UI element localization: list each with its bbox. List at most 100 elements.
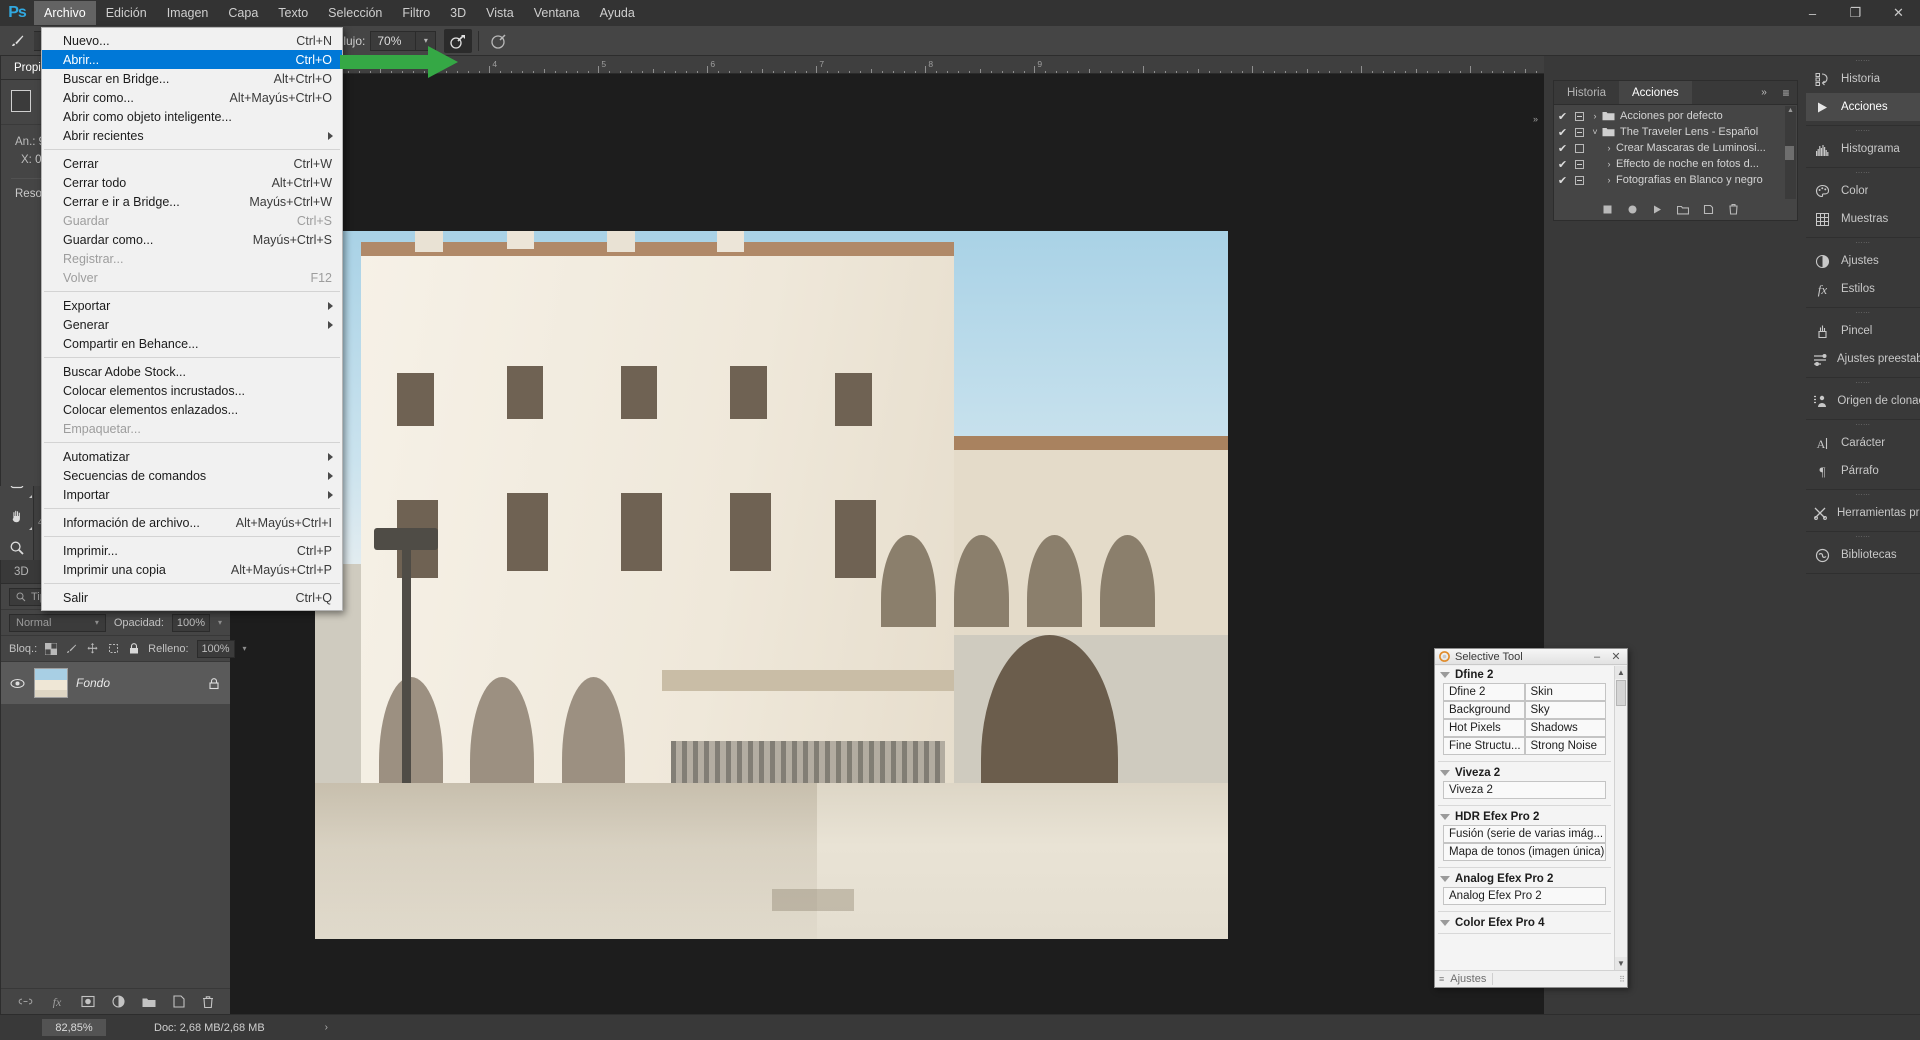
action-row[interactable]: ✔ › Effecto de noche en fotos d... — [1554, 156, 1797, 172]
menu-item-guardar-como[interactable]: Guardar como... Mayús+Ctrl+S — [42, 230, 342, 249]
action-enabled-checkbox[interactable]: ✔ — [1554, 126, 1571, 139]
menu-archivo[interactable]: Archivo — [34, 1, 96, 25]
disclosure-triangle-icon[interactable] — [1440, 770, 1450, 776]
disclosure-triangle-icon[interactable] — [1440, 814, 1450, 820]
dock-group-handle[interactable]: ⋯⋯ — [1806, 308, 1920, 317]
dock-item-origen-de-clonación[interactable]: Origen de clonación — [1806, 387, 1920, 415]
fill-value[interactable]: 100% — [196, 639, 235, 658]
layer-lock-icon[interactable] — [205, 677, 222, 690]
menu-item-colocar-elementos-incrustados[interactable]: Colocar elementos incrustados... — [42, 381, 342, 400]
current-tool-brush-icon[interactable] — [0, 26, 34, 56]
action-dialog-toggle[interactable] — [1571, 159, 1588, 169]
selective-group-header[interactable]: HDR Efex Pro 2 — [1435, 808, 1614, 825]
status-expand-icon[interactable]: › — [325, 1022, 328, 1033]
action-row[interactable]: ✔ › Crear Mascaras de Luminosi... — [1554, 140, 1797, 156]
selective-item-button[interactable]: Dfine 2 — [1443, 683, 1525, 701]
action-enabled-checkbox[interactable]: ✔ — [1554, 142, 1571, 155]
actions-panel-menu-icon[interactable]: ≡ — [1775, 81, 1797, 104]
selective-group-header[interactable]: Dfine 2 — [1435, 666, 1614, 683]
dock-item-historia[interactable]: Historia — [1806, 65, 1920, 93]
menu-item-secuencias-de-comandos[interactable]: Secuencias de comandos — [42, 466, 342, 485]
actions-expand-icon[interactable]: » — [1753, 81, 1775, 104]
selective-tool-window[interactable]: Selective Tool – ✕ Dfine 2 Dfine 2 Skin Bac… — [1434, 648, 1628, 988]
menu-capa[interactable]: Capa — [218, 1, 268, 25]
menu-item-nuevo[interactable]: Nuevo... Ctrl+N — [42, 31, 342, 50]
table-row[interactable]: Fondo — [1, 662, 230, 704]
dock-expand-icon[interactable]: » — [1533, 114, 1538, 124]
scroll-down-arrow-icon[interactable]: ▼ — [1615, 957, 1627, 970]
actions-scroll-thumb[interactable] — [1785, 146, 1794, 160]
selective-item-button[interactable]: Background — [1443, 701, 1525, 719]
dock-item-bibliotecas[interactable]: Bibliotecas — [1806, 541, 1920, 569]
menu-item-abrir-recientes[interactable]: Abrir recientes — [42, 126, 342, 145]
dock-item-herramientas-preestablecidas[interactable]: Herramientas preestablecidas — [1806, 499, 1920, 527]
menu-item-imprimir[interactable]: Imprimir... Ctrl+P — [42, 541, 342, 560]
selective-item-button[interactable]: Sky — [1524, 701, 1606, 719]
selective-tool-close-button[interactable]: ✕ — [1609, 650, 1623, 663]
menu-item-imprimir-una-copia[interactable]: Imprimir una copia Alt+Mayús+Ctrl+P — [42, 560, 342, 579]
selective-tool-footer-tab[interactable]: Ajustes — [1448, 973, 1494, 985]
fill-caret[interactable]: ▾ — [243, 644, 247, 653]
selective-group-header[interactable]: Analog Efex Pro 2 — [1435, 870, 1614, 887]
resize-grip-icon[interactable]: ⠿ — [1619, 975, 1625, 984]
dock-item-estilos[interactable]: fx Estilos — [1806, 275, 1920, 303]
action-twirl-icon[interactable]: › — [1588, 111, 1602, 121]
layer-visibility-eye-icon[interactable] — [9, 678, 26, 689]
action-dialog-toggle[interactable] — [1571, 127, 1588, 137]
menu-item-abrir[interactable]: Abrir... Ctrl+O — [42, 50, 342, 69]
action-twirl-icon[interactable]: ˅ — [1588, 127, 1602, 137]
dock-group-handle[interactable]: ⋯⋯ — [1806, 420, 1920, 429]
lock-position-icon[interactable] — [86, 642, 99, 655]
selective-item-button[interactable]: Strong Noise — [1524, 737, 1606, 755]
selective-tool-minimize-button[interactable]: – — [1590, 651, 1604, 663]
dock-item-acciones[interactable]: Acciones — [1806, 93, 1920, 121]
selective-item-button[interactable]: Analog Efex Pro 2 — [1443, 887, 1606, 905]
menu-item-cerrar-e-ir-a-bridge[interactable]: Cerrar e ir a Bridge... Mayús+Ctrl+W — [42, 192, 342, 211]
action-twirl-icon[interactable]: › — [1602, 143, 1616, 153]
document-image[interactable] — [315, 231, 1228, 939]
menu-item-salir[interactable]: Salir Ctrl+Q — [42, 588, 342, 607]
menu-selecci-n[interactable]: Selección — [318, 1, 392, 25]
menu-bar[interactable]: Archivo Edición Imagen Capa Texto Selección Fi… — [34, 0, 645, 26]
action-enabled-checkbox[interactable]: ✔ — [1554, 158, 1571, 171]
action-twirl-icon[interactable]: › — [1602, 159, 1616, 169]
menu-item-cerrar-todo[interactable]: Cerrar todo Alt+Ctrl+W — [42, 173, 342, 192]
hand-tool[interactable] — [0, 500, 34, 532]
dock-item-pincel[interactable]: Pincel — [1806, 317, 1920, 345]
layer-name[interactable]: Fondo — [76, 676, 197, 690]
layer-thumbnail[interactable] — [34, 668, 68, 698]
menu-item-buscar-adobe-stock[interactable]: Buscar Adobe Stock... — [42, 362, 342, 381]
dock-item-ajustes-preestablecidos-de-pi[interactable]: Ajustes preestablecidos de pi... — [1806, 345, 1920, 373]
tab-acciones[interactable]: Acciones — [1618, 81, 1692, 104]
action-row[interactable]: ✔ › Acciones por defecto — [1554, 108, 1797, 124]
selective-item-button[interactable]: Mapa de tonos (imagen única) — [1443, 843, 1606, 861]
menu-filtro[interactable]: Filtro — [392, 1, 440, 25]
dock-item-ajustes[interactable]: Ajustes — [1806, 247, 1920, 275]
selective-tool-titlebar[interactable]: Selective Tool – ✕ — [1435, 649, 1627, 665]
panel-icon-dock[interactable]: ⋯⋯ Historia Acciones ⋯⋯ Histograma ⋯⋯ Color Mue… — [1806, 56, 1920, 1014]
selective-item-button[interactable]: Hot Pixels — [1443, 719, 1525, 737]
dock-item-párrafo[interactable]: ¶ Párrafo — [1806, 457, 1920, 485]
actions-list[interactable]: ✔ › Acciones por defecto ✔ ˅ The Traveler Len… — [1554, 105, 1797, 188]
action-row[interactable]: ✔ ˅ The Traveler Lens - Español — [1554, 124, 1797, 140]
selective-item-button[interactable]: Viveza 2 — [1443, 781, 1606, 799]
actions-panel-tabs[interactable]: Historia Acciones » ≡ — [1554, 81, 1797, 105]
selective-item-button[interactable]: Fine Structu... — [1443, 737, 1525, 755]
opacity-value[interactable]: 100% — [171, 613, 210, 632]
minimize-button[interactable]: – — [1791, 0, 1834, 26]
menu-ventana[interactable]: Ventana — [524, 1, 590, 25]
selective-tool-content[interactable]: Dfine 2 Dfine 2 Skin Background Sky Hot Pixel… — [1435, 666, 1614, 970]
action-dialog-toggle[interactable] — [1571, 175, 1588, 185]
dock-group-handle[interactable]: ⋯⋯ — [1806, 56, 1920, 65]
disclosure-triangle-icon[interactable] — [1440, 920, 1450, 926]
menu-item-automatizar[interactable]: Automatizar — [42, 447, 342, 466]
dock-group-handle[interactable]: ⋯⋯ — [1806, 490, 1920, 499]
menu-item-colocar-elementos-enlazados[interactable]: Colocar elementos enlazados... — [42, 400, 342, 419]
dock-item-color[interactable]: Color — [1806, 177, 1920, 205]
menu-item-abrir-como-objeto-inteligente[interactable]: Abrir como objeto inteligente... — [42, 107, 342, 126]
menu-vista[interactable]: Vista — [476, 1, 524, 25]
zoom-level-field[interactable]: 82,85% — [42, 1019, 106, 1036]
menu-item-importar[interactable]: Importar — [42, 485, 342, 504]
menu-item-cerrar[interactable]: Cerrar Ctrl+W — [42, 154, 342, 173]
selective-item-button[interactable]: Fusión (serie de varias imág... — [1443, 825, 1606, 843]
